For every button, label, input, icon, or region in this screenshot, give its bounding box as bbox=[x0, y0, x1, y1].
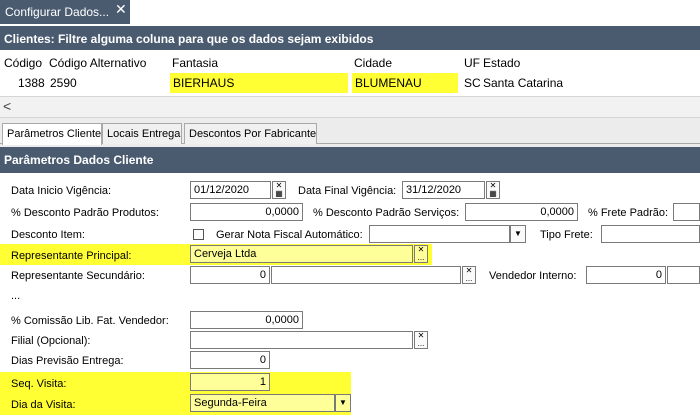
clients-header: Clientes: Filtre alguma coluna para que … bbox=[0, 26, 700, 50]
desconto-produtos-label: % Desconto Padrão Produtos: bbox=[11, 207, 159, 219]
filial-label: Filial (Opcional): bbox=[11, 335, 91, 347]
vendedor-interno-name[interactable] bbox=[667, 266, 700, 284]
data-inicio-label: Data Inicio Vigência: bbox=[11, 185, 112, 197]
horizontal-scrollbar[interactable]: < bbox=[0, 96, 700, 118]
cell-codigo-alternativo: 2590 bbox=[50, 76, 77, 90]
cell-cidade: BLUMENAU bbox=[355, 76, 422, 90]
lookup-icon: ... bbox=[417, 339, 425, 348]
frete-padrao-label: % Frete Padrão: bbox=[588, 207, 669, 219]
desconto-produtos-field[interactable]: 0,0000 bbox=[190, 203, 303, 221]
more-ellipsis: ... bbox=[11, 290, 21, 302]
desconto-servicos-label: % Desconto Padrão Serviços: bbox=[313, 207, 460, 219]
data-final-field[interactable]: 31/12/2020 bbox=[402, 181, 485, 199]
dias-previsao-label: Dias Previsão Entrega: bbox=[11, 355, 124, 367]
representante-secundario-label: Representante Secundário: bbox=[11, 270, 145, 282]
dia-visita-label: Dia da Visita: bbox=[11, 399, 76, 411]
calendar-icon: ▦ bbox=[489, 189, 497, 198]
tab-strip: Parâmetros Cliente Locais Entrega Descon… bbox=[0, 123, 700, 145]
dias-previsao-field[interactable]: 0 bbox=[190, 351, 270, 369]
representante-principal-label: Representante Principal: bbox=[11, 250, 132, 262]
tab-descontos-por-fabricante[interactable]: Descontos Por Fabricante bbox=[184, 123, 317, 144]
tipo-frete-label: Tipo Frete: bbox=[540, 229, 593, 241]
column-header-codigo[interactable]: Código bbox=[4, 56, 42, 70]
column-header-fantasia[interactable]: Fantasia bbox=[172, 56, 218, 70]
cell-uf: SC bbox=[464, 76, 481, 90]
desconto-item-label: Desconto Item: bbox=[11, 229, 85, 241]
representante-principal-field[interactable]: Cerveja Ltda bbox=[190, 245, 413, 263]
cell-codigo: 1388 bbox=[18, 76, 45, 90]
column-header-estado[interactable]: Estado bbox=[483, 56, 520, 70]
comissao-field[interactable]: 0,0000 bbox=[190, 311, 303, 329]
lookup-icon: ... bbox=[417, 253, 425, 262]
scroll-left-icon[interactable]: < bbox=[3, 98, 11, 114]
gerar-nf-label: Gerar Nota Fiscal Automático: bbox=[216, 229, 363, 241]
dia-visita-select[interactable]: Segunda-Feira bbox=[190, 394, 335, 412]
desconto-servicos-field[interactable]: 0,0000 bbox=[465, 203, 578, 221]
cell-estado: Santa Catarina bbox=[483, 76, 564, 90]
filial-field[interactable] bbox=[190, 331, 413, 349]
column-header-codigo-alternativo[interactable]: Código Alternativo bbox=[49, 56, 146, 70]
representante-secundario-name[interactable] bbox=[271, 266, 461, 284]
lookup-icon: ... bbox=[465, 274, 473, 283]
document-tab-bar: Configurar Dados... ✕ bbox=[0, 0, 700, 26]
column-header-cidade[interactable]: Cidade bbox=[354, 56, 392, 70]
representante-secundario-lookup[interactable]: ✕ ... bbox=[462, 266, 476, 284]
section-header: Parâmetros Dados Cliente bbox=[0, 147, 700, 173]
document-tab-title: Configurar Dados... bbox=[5, 5, 110, 19]
vendedor-interno-label: Vendedor Interno: bbox=[489, 270, 577, 282]
data-final-label: Data Final Vigência: bbox=[298, 185, 397, 197]
seq-visita-label: Seq. Visita: bbox=[11, 378, 67, 390]
frete-padrao-field[interactable] bbox=[673, 203, 700, 221]
representante-secundario-code[interactable]: 0 bbox=[190, 266, 270, 284]
gerar-nf-checkbox[interactable] bbox=[193, 229, 204, 240]
document-tab[interactable]: Configurar Dados... ✕ bbox=[0, 0, 130, 24]
data-final-calendar-button[interactable]: ✕ ▦ bbox=[486, 181, 500, 199]
representante-principal-lookup[interactable]: ✕ ... bbox=[414, 245, 428, 263]
tipo-frete-select[interactable] bbox=[369, 225, 510, 243]
column-header-uf[interactable]: UF bbox=[464, 56, 480, 70]
comissao-label: % Comissão Lib. Fat. Vendedor: bbox=[11, 315, 169, 327]
filial-lookup[interactable]: ✕ ... bbox=[414, 331, 428, 349]
parametros-form: Data Inicio Vigência: 01/12/2020 ✕ ▦ Dat… bbox=[0, 173, 700, 420]
cell-fantasia: BIERHAUS bbox=[173, 76, 235, 90]
seq-visita-field[interactable]: 1 bbox=[190, 373, 270, 391]
close-icon[interactable]: ✕ bbox=[115, 1, 127, 18]
clients-grid: Código Código Alternativo Fantasia Cidad… bbox=[0, 50, 700, 96]
calendar-icon: ▦ bbox=[275, 189, 283, 198]
tipo-frete-field[interactable] bbox=[601, 225, 700, 243]
tab-locais-entrega[interactable]: Locais Entrega bbox=[102, 123, 182, 144]
chevron-down-icon[interactable]: ▼ bbox=[335, 394, 351, 412]
chevron-down-icon[interactable]: ▼ bbox=[510, 225, 526, 243]
vendedor-interno-code[interactable]: 0 bbox=[586, 266, 666, 284]
data-inicio-field[interactable]: 01/12/2020 bbox=[190, 181, 271, 199]
tab-parametros-cliente[interactable]: Parâmetros Cliente bbox=[2, 123, 102, 145]
data-inicio-calendar-button[interactable]: ✕ ▦ bbox=[272, 181, 286, 199]
